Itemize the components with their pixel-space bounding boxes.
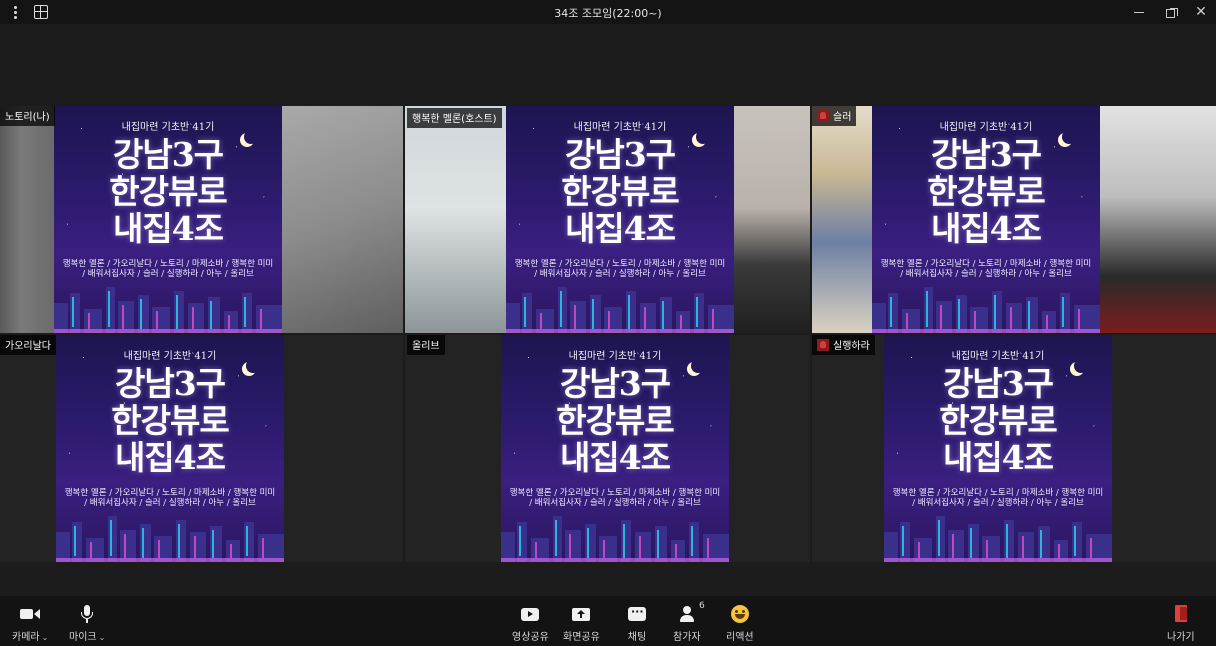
camera-video xyxy=(0,106,54,333)
city-skyline-graphic xyxy=(506,287,734,333)
poster-members: 행복한 멜론 / 가오리날다 / 노토리 / 마제소바 / 행복한 미미 / 배… xyxy=(514,259,726,279)
poster-headline: 강남3구 xyxy=(564,135,676,174)
poster-headline: 강남3구 xyxy=(930,135,1042,174)
poster-headline: 한강뷰로 xyxy=(927,172,1045,211)
poster-subtitle: 내집마련 기초반 41기 xyxy=(568,351,662,362)
participant-tile[interactable]: 내집마련 기초반 41기 강남3구 한강뷰로 내집4조 행복한 멜론 / 가오리… xyxy=(0,335,403,562)
poster-image: 내집마련 기초반 41기 강남3구 한강뷰로 내집4조 행복한 멜론 / 가오리… xyxy=(501,335,729,562)
participant-name-tag: 행복한 멜론(호스트) xyxy=(407,108,502,128)
city-skyline-graphic xyxy=(872,287,1100,333)
participant-tile[interactable]: 내집마련 기초반 41기 강남3구 한강뷰로 내집4조 행복한 멜론 / 가오리… xyxy=(405,335,810,562)
poster-image: 내집마련 기초반 41기 강남3구 한강뷰로 내집4조 행복한 멜론 / 가오리… xyxy=(872,106,1100,333)
exit-door-icon xyxy=(1174,605,1188,623)
participant-tile[interactable]: 내집마련 기초반 41기 강남3구 한강뷰로 내집4조 행복한 멜론 / 가오리… xyxy=(812,335,1216,562)
video-stage: 내집마련 기초반 41기 강남3구 한강뷰로 내집4조 행복한 멜론 / 가오리… xyxy=(0,24,1216,596)
meeting-toolbar: 카메라⌄ 마이크⌄ 영상공유 화면공유 채팅 6 참가자 리액션 나가기 xyxy=(0,596,1216,646)
camera-video xyxy=(282,106,403,333)
mic-button[interactable]: 마이크 ⌄ xyxy=(69,596,105,646)
poster-subtitle: 내집마련 기초반 41기 xyxy=(123,351,217,362)
avatar xyxy=(817,338,829,351)
poster-members: 행복한 멜론 / 가오리날다 / 노토리 / 마제소바 / 행복한 미미 / 배… xyxy=(509,488,721,508)
poster-image: 내집마련 기초반 41기 강남3구 한강뷰로 내집4조 행복한 멜론 / 가오리… xyxy=(884,335,1112,562)
poster-headline: 내집4조 xyxy=(114,438,226,477)
camera-video xyxy=(405,106,506,333)
poster-subtitle: 내집마련 기초반 41기 xyxy=(939,122,1033,133)
poster-members: 행복한 멜론 / 가오리날다 / 노토리 / 마제소바 / 행복한 미미 / 배… xyxy=(880,259,1092,279)
camera-icon xyxy=(19,604,41,624)
minimize-icon[interactable] xyxy=(1130,3,1148,21)
participant-name-tag: 노토리(나) xyxy=(0,106,55,126)
participants-button[interactable]: 6 참가자 xyxy=(673,596,705,646)
play-video-icon xyxy=(521,607,540,621)
poster-image: 내집마련 기초반 41기 강남3구 한강뷰로 내집4조 행복한 멜론 / 가오리… xyxy=(56,335,284,562)
city-skyline-graphic xyxy=(54,287,282,333)
camera-video xyxy=(1100,106,1216,333)
poster-members: 행복한 멜론 / 가오리날다 / 노토리 / 마제소바 / 행복한 미미 / 배… xyxy=(62,259,274,279)
smile-emoji-icon xyxy=(730,605,749,623)
poster-headline: 한강뷰로 xyxy=(561,172,679,211)
camera-video xyxy=(812,106,872,333)
poster-headline: 내집4조 xyxy=(559,438,671,477)
poster-headline: 강남3구 xyxy=(559,364,671,403)
poster-headline: 내집4조 xyxy=(942,438,1054,477)
poster-image: 내집마련 기초반 41기 강남3구 한강뷰로 내집4조 행복한 멜론 / 가오리… xyxy=(506,106,734,333)
avatar xyxy=(817,109,829,122)
poster-headline: 한강뷰로 xyxy=(109,172,227,211)
poster-headline: 내집4조 xyxy=(930,209,1042,248)
poster-headline: 한강뷰로 xyxy=(556,401,674,440)
chevron-down-icon[interactable]: ⌄ xyxy=(99,633,106,642)
poster-members: 행복한 멜론 / 가오리날다 / 노토리 / 마제소바 / 행복한 미미 / 배… xyxy=(892,488,1104,508)
camera-video xyxy=(734,106,810,333)
poster-headline: 내집4조 xyxy=(112,209,224,248)
restore-icon[interactable] xyxy=(1162,3,1180,21)
poster-image: 내집마련 기초반 41기 강남3구 한강뷰로 내집4조 행복한 멜론 / 가오리… xyxy=(54,106,282,333)
video-share-button[interactable]: 영상공유 xyxy=(512,596,549,646)
participants-icon xyxy=(677,605,697,623)
title-bar: 34조 조모임(22:00~) ✕ xyxy=(0,0,1216,24)
chevron-down-icon[interactable]: ⌄ xyxy=(42,633,49,642)
poster-headline: 강남3구 xyxy=(112,135,224,174)
poster-subtitle: 내집마련 기초반 41기 xyxy=(573,122,667,133)
participant-tile-host[interactable]: 내집마련 기초반 41기 강남3구 한강뷰로 내집4조 행복한 멜론 / 가오리… xyxy=(405,106,810,333)
leave-button[interactable]: 나가기 xyxy=(1167,596,1195,646)
chat-button[interactable]: 채팅 xyxy=(626,596,648,646)
participant-tile[interactable]: 내집마련 기초반 41기 강남3구 한강뷰로 내집4조 행복한 멜론 / 가오리… xyxy=(812,106,1216,333)
screen-share-button[interactable]: 화면공유 xyxy=(563,596,600,646)
participant-name-tag: 가오리날다 xyxy=(0,335,56,355)
participant-name-tag: 올리브 xyxy=(407,335,445,355)
poster-subtitle: 내집마련 기초반 41기 xyxy=(121,122,215,133)
city-skyline-graphic xyxy=(884,516,1112,562)
meeting-title: 34조 조모임(22:00~) xyxy=(554,7,662,20)
poster-headline: 강남3구 xyxy=(114,364,226,403)
camera-button[interactable]: 카메라 ⌄ xyxy=(12,596,48,646)
participant-name-tag: 실행하라 xyxy=(812,335,875,355)
poster-headline: 내집4조 xyxy=(564,209,676,248)
city-skyline-graphic xyxy=(501,516,729,562)
poster-headline: 한강뷰로 xyxy=(939,401,1057,440)
poster-headline: 강남3구 xyxy=(942,364,1054,403)
reaction-button[interactable]: 리액션 xyxy=(726,596,754,646)
close-icon[interactable]: ✕ xyxy=(1192,3,1210,21)
microphone-icon xyxy=(76,604,98,624)
screen-share-icon xyxy=(572,607,591,621)
participant-name-tag: 슬러 xyxy=(812,106,857,126)
poster-headline: 한강뷰로 xyxy=(111,401,229,440)
participant-count: 6 xyxy=(699,601,705,611)
poster-members: 행복한 멜론 / 가오리날다 / 노토리 / 마제소바 / 행복한 미미 / 배… xyxy=(64,488,276,508)
chat-icon xyxy=(628,605,646,621)
poster-subtitle: 내집마련 기초반 41기 xyxy=(951,351,1045,362)
city-skyline-graphic xyxy=(56,516,284,562)
participant-tile[interactable]: 내집마련 기초반 41기 강남3구 한강뷰로 내집4조 행복한 멜론 / 가오리… xyxy=(0,106,403,333)
